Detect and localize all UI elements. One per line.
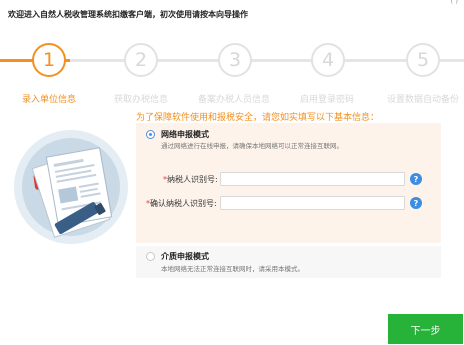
online-mode-panel: 网络申报模式 通过网络进行在线申报，请确保本地网络可以正常连接互联网。 *纳税人… <box>136 123 441 243</box>
step-2-number: 2 <box>134 49 148 71</box>
offline-mode-radio[interactable] <box>146 252 155 261</box>
next-button[interactable]: 下一步 <box>388 314 463 344</box>
step-3-number: 3 <box>228 49 242 71</box>
online-mode-description: 通过网络进行在线申报，请确保本地网络可以正常连接互联网。 <box>161 142 343 150</box>
step-4-number: 4 <box>321 49 335 71</box>
step-3-label: 备案办税人员信息 <box>197 95 271 105</box>
taxpayer-id-label: *纳税人识别号: <box>163 174 218 185</box>
step-4-circle: 4 <box>311 43 345 77</box>
step-5-circle: 5 <box>406 43 440 77</box>
step-2-circle: 2 <box>124 43 158 77</box>
offline-mode-title: 介质申报模式 <box>161 252 209 261</box>
step-5-label: 设置数据自动备份 <box>386 95 460 105</box>
step-1-number: 1 <box>42 49 56 71</box>
step-3-circle: 3 <box>218 43 252 77</box>
step-1-label: 录入单位信息 <box>21 95 77 105</box>
step-5-number: 5 <box>416 49 430 71</box>
step-2-label: 获取办税信息 <box>113 95 169 105</box>
notice-text: 为了保障软件使用和报税安全，请您如实填写以下基本信息： <box>136 113 380 123</box>
online-mode-title: 网络申报模式 <box>161 130 209 139</box>
confirm-taxpayer-id-input[interactable] <box>220 196 405 210</box>
step-1-circle: 1 <box>32 43 66 77</box>
offline-mode-description: 本地网络无法正常连接互联网时，请采用本模式。 <box>161 265 304 273</box>
corner-mark: ( ) <box>450 0 458 5</box>
taxpayer-id-help-icon[interactable]: ? <box>410 173 422 185</box>
taxpayer-id-input[interactable] <box>220 172 405 186</box>
step-4-label: 启用登录密码 <box>299 95 355 105</box>
online-mode-radio[interactable] <box>146 130 155 139</box>
confirm-taxpayer-id-label: *确认纳税人识别号: <box>146 198 217 209</box>
offline-mode-panel: 介质申报模式 本地网络无法正常连接互联网时，请采用本模式。 <box>136 246 441 278</box>
taxpayer-id-label-text: 纳税人识别号: <box>167 175 218 184</box>
confirm-taxpayer-id-label-text: 确认纳税人识别号: <box>150 199 217 208</box>
document-illustration-icon <box>31 147 113 238</box>
confirm-taxpayer-id-help-icon[interactable]: ? <box>410 197 422 209</box>
welcome-text: 欢迎进入自然人税收管理系统扣缴客户端，初次使用请按本向导操作 <box>8 10 248 19</box>
